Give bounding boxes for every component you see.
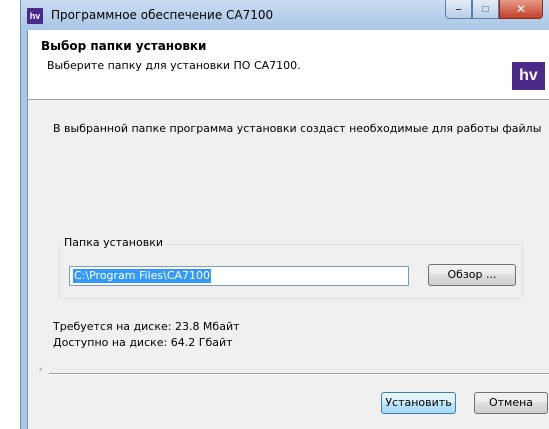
browse-button[interactable]: Обзор ... (428, 264, 516, 286)
page-title: Выбор папки установки (41, 39, 207, 53)
cancel-button[interactable]: Отмена (474, 392, 548, 414)
disk-available-text: Доступно на диске: 64.2 Гбайт (53, 336, 233, 349)
page-subtitle: Выберите папку для установки ПО CA7100. (47, 59, 301, 72)
brand-logo: hv (512, 62, 545, 90)
install-button[interactable]: Установить (381, 392, 456, 414)
title-bar[interactable]: hv Программное обеспечение CA7100 – □ ✕ (21, 0, 549, 30)
window-title: Программное обеспечение CA7100 (51, 8, 274, 22)
app-icon: hv (27, 8, 43, 24)
installer-window: hv Программное обеспечение CA7100 – □ ✕ … (20, 0, 549, 429)
disk-required-text: Требуется на диске: 23.8 Мбайт (53, 320, 240, 333)
header-panel: Выбор папки установки Выберите папку для… (28, 30, 549, 100)
dialog-client: Выбор папки установки Выберите папку для… (27, 30, 549, 429)
install-folder-label: Папка установки (62, 236, 165, 249)
close-button[interactable]: ✕ (499, 0, 543, 19)
info-text: В выбранной папке программа установки со… (53, 122, 542, 135)
maximize-button[interactable]: □ (472, 0, 499, 19)
install-path-value: C:\Program Files\CA7100 (73, 269, 212, 283)
window-controls: – □ ✕ (445, 0, 543, 20)
minimize-button[interactable]: – (445, 0, 472, 19)
footer-separator (49, 373, 549, 375)
separator-mark: * (39, 366, 43, 376)
